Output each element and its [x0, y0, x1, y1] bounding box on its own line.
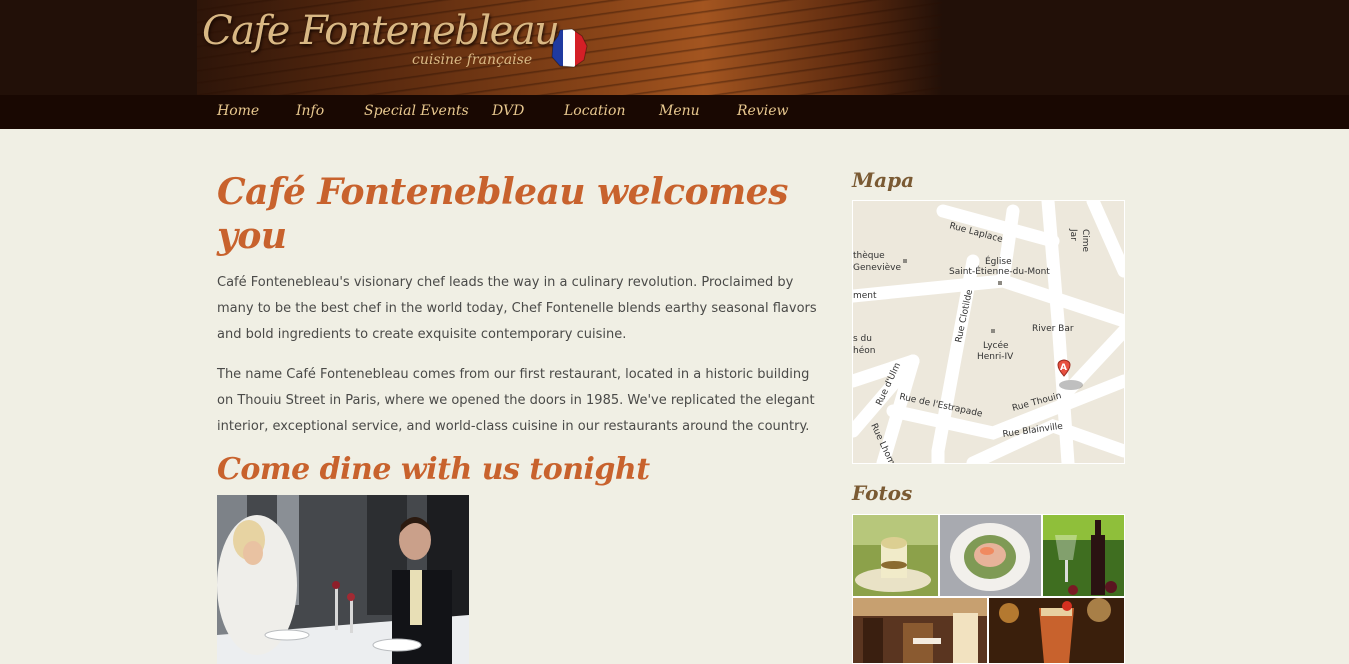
- intro-paragraph: Café Fontenebleau's visionary chef leads…: [217, 275, 817, 342]
- nav-item-special-events[interactable]: Special Events: [364, 103, 469, 119]
- nav-item-review[interactable]: Review: [737, 103, 788, 119]
- photo-thumb-wine[interactable]: [1042, 514, 1125, 597]
- svg-text:s du: s du: [853, 334, 872, 344]
- map-marker-label: A: [1060, 363, 1067, 373]
- site-logo-subtitle: cuisine française: [412, 52, 533, 68]
- svg-text:Saint-Étienne-du-Mont: Saint-Étienne-du-Mont: [949, 265, 1050, 277]
- svg-text:Geneviève: Geneviève: [853, 262, 901, 273]
- welcome-heading: Café Fontenebleau welcomes you: [217, 171, 788, 257]
- history-paragraph: The name Café Fontenebleau comes from ou…: [217, 367, 815, 434]
- nav-item-home[interactable]: Home: [217, 103, 259, 119]
- dine-heading: Come dine with us tonight: [217, 452, 650, 487]
- nav-item-location[interactable]: Location: [564, 103, 625, 119]
- photos-title: Fotos: [852, 481, 913, 505]
- photo-thumb-dessert[interactable]: [852, 514, 939, 597]
- svg-text:Jar: Jar: [1068, 228, 1078, 241]
- nav-item-dvd[interactable]: DVD: [492, 103, 524, 119]
- photo-thumb-cocktail[interactable]: [988, 597, 1125, 664]
- nav-item-info[interactable]: Info: [296, 103, 324, 119]
- svg-text:Cime: Cime: [1080, 229, 1090, 253]
- nav-item-menu[interactable]: Menu: [659, 103, 700, 119]
- svg-text:Lycée: Lycée: [983, 340, 1009, 351]
- photo-thumb-dining-room[interactable]: [852, 597, 988, 664]
- svg-text:River Bar: River Bar: [1032, 324, 1074, 334]
- svg-text:Henri-IV: Henri-IV: [977, 352, 1014, 362]
- site-logo-title[interactable]: Cafe Fontenebleau: [202, 8, 560, 54]
- svg-text:thèque: thèque: [853, 250, 885, 261]
- couple-dining-photo: [217, 495, 469, 664]
- photo-thumb-seafood-plate[interactable]: [939, 514, 1042, 597]
- svg-text:héon: héon: [853, 345, 875, 356]
- map-title: Mapa: [852, 168, 915, 192]
- location-map[interactable]: Rue Laplace Église Saint-Étienne-du-Mont…: [852, 200, 1125, 464]
- svg-text:Église: Église: [985, 255, 1012, 267]
- svg-text:ment: ment: [853, 291, 877, 301]
- france-map-flag-icon: [551, 28, 588, 68]
